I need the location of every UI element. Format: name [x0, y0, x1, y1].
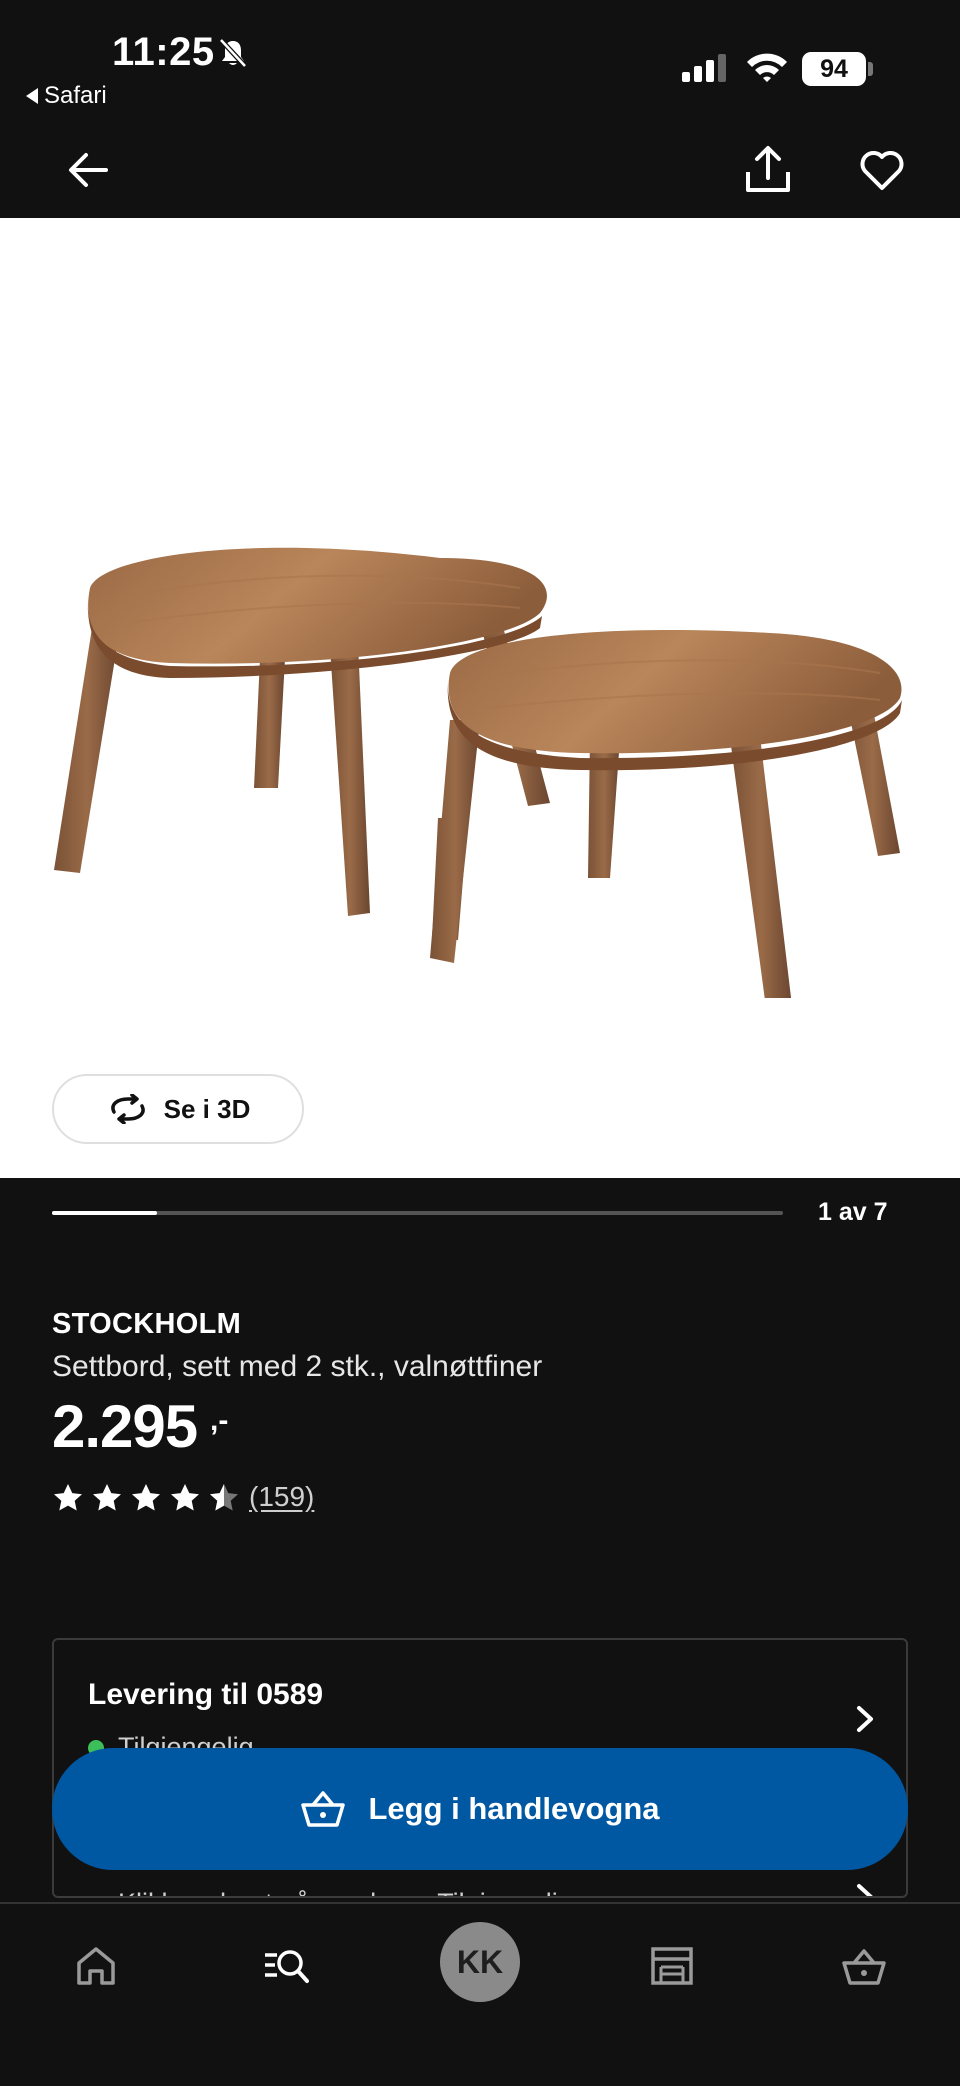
product-page: 11:25 Safari 94 Se i 3D 1 av 7 STOCKHOLM… — [0, 0, 960, 2086]
search-icon — [265, 1950, 309, 1983]
battery-indicator: 94 — [802, 52, 866, 86]
tab-store[interactable] — [642, 1936, 702, 1996]
review-count-link[interactable]: (159) — [249, 1481, 314, 1513]
available-dot — [88, 1895, 104, 1896]
pickup-status-label: Klikk og hent på varehus - Tilgjengelig — [118, 1888, 573, 1896]
store-icon — [651, 1947, 693, 1985]
product-price: 2.295 — [52, 1393, 198, 1460]
add-to-cart-button[interactable]: Legg i handlevogna — [52, 1748, 908, 1870]
battery-tip — [868, 62, 873, 76]
cart-icon — [842, 1949, 886, 1985]
share-icon[interactable] — [744, 144, 792, 194]
star-full-icon — [132, 1484, 160, 1511]
rotate-3d-icon — [110, 1094, 145, 1124]
gallery-counter: 1 av 7 — [818, 1198, 888, 1226]
heart-icon[interactable] — [858, 148, 906, 192]
tab-home[interactable] — [66, 1936, 126, 1996]
product-description: Settbord, sett med 2 stk., valnøttfiner — [52, 1350, 543, 1383]
pickup-status[interactable]: Klikk og hent på varehus - Tilgjengelig — [88, 1888, 573, 1896]
tab-cart[interactable] — [834, 1936, 894, 1996]
delivery-title: Levering til 0589 — [88, 1678, 324, 1711]
star-full-icon — [171, 1484, 199, 1511]
wifi-icon — [747, 53, 787, 82]
arrow-left-icon[interactable] — [66, 148, 110, 192]
basket-icon — [301, 1791, 346, 1827]
tab-search[interactable] — [256, 1936, 316, 1996]
profile-avatar[interactable]: KK — [440, 1922, 520, 2002]
bottom-tab-bar: KK — [0, 1902, 960, 2086]
signal-icon — [682, 54, 726, 82]
product-image-gallery[interactable]: Se i 3D — [0, 218, 960, 1178]
star-half-icon — [210, 1484, 238, 1511]
chevron-right-icon — [857, 1706, 873, 1732]
product-image — [54, 547, 902, 998]
home-icon — [77, 1947, 115, 1985]
view-in-3d-button[interactable]: Se i 3D — [52, 1074, 304, 1144]
status-bar: 11:25 Safari 94 — [0, 0, 960, 192]
star-full-icon — [54, 1484, 82, 1511]
back-to-safari[interactable]: Safari — [26, 82, 107, 110]
gallery-progress-bar — [52, 1211, 783, 1215]
chevron-right-icon — [857, 1884, 873, 1896]
back-triangle-icon — [26, 88, 38, 104]
back-app-label: Safari — [44, 82, 107, 109]
add-to-cart-label: Legg i handlevogna — [368, 1791, 660, 1826]
status-time: 11:25 — [112, 30, 215, 74]
view-in-3d-label: Se i 3D — [163, 1093, 251, 1124]
star-full-icon — [93, 1484, 121, 1511]
price-suffix: ,- — [210, 1404, 229, 1437]
bell-muted-icon — [219, 38, 247, 68]
rating-stars[interactable] — [52, 1482, 240, 1514]
gallery-progress-fill — [52, 1211, 157, 1215]
product-name: STOCKHOLM — [52, 1308, 242, 1340]
